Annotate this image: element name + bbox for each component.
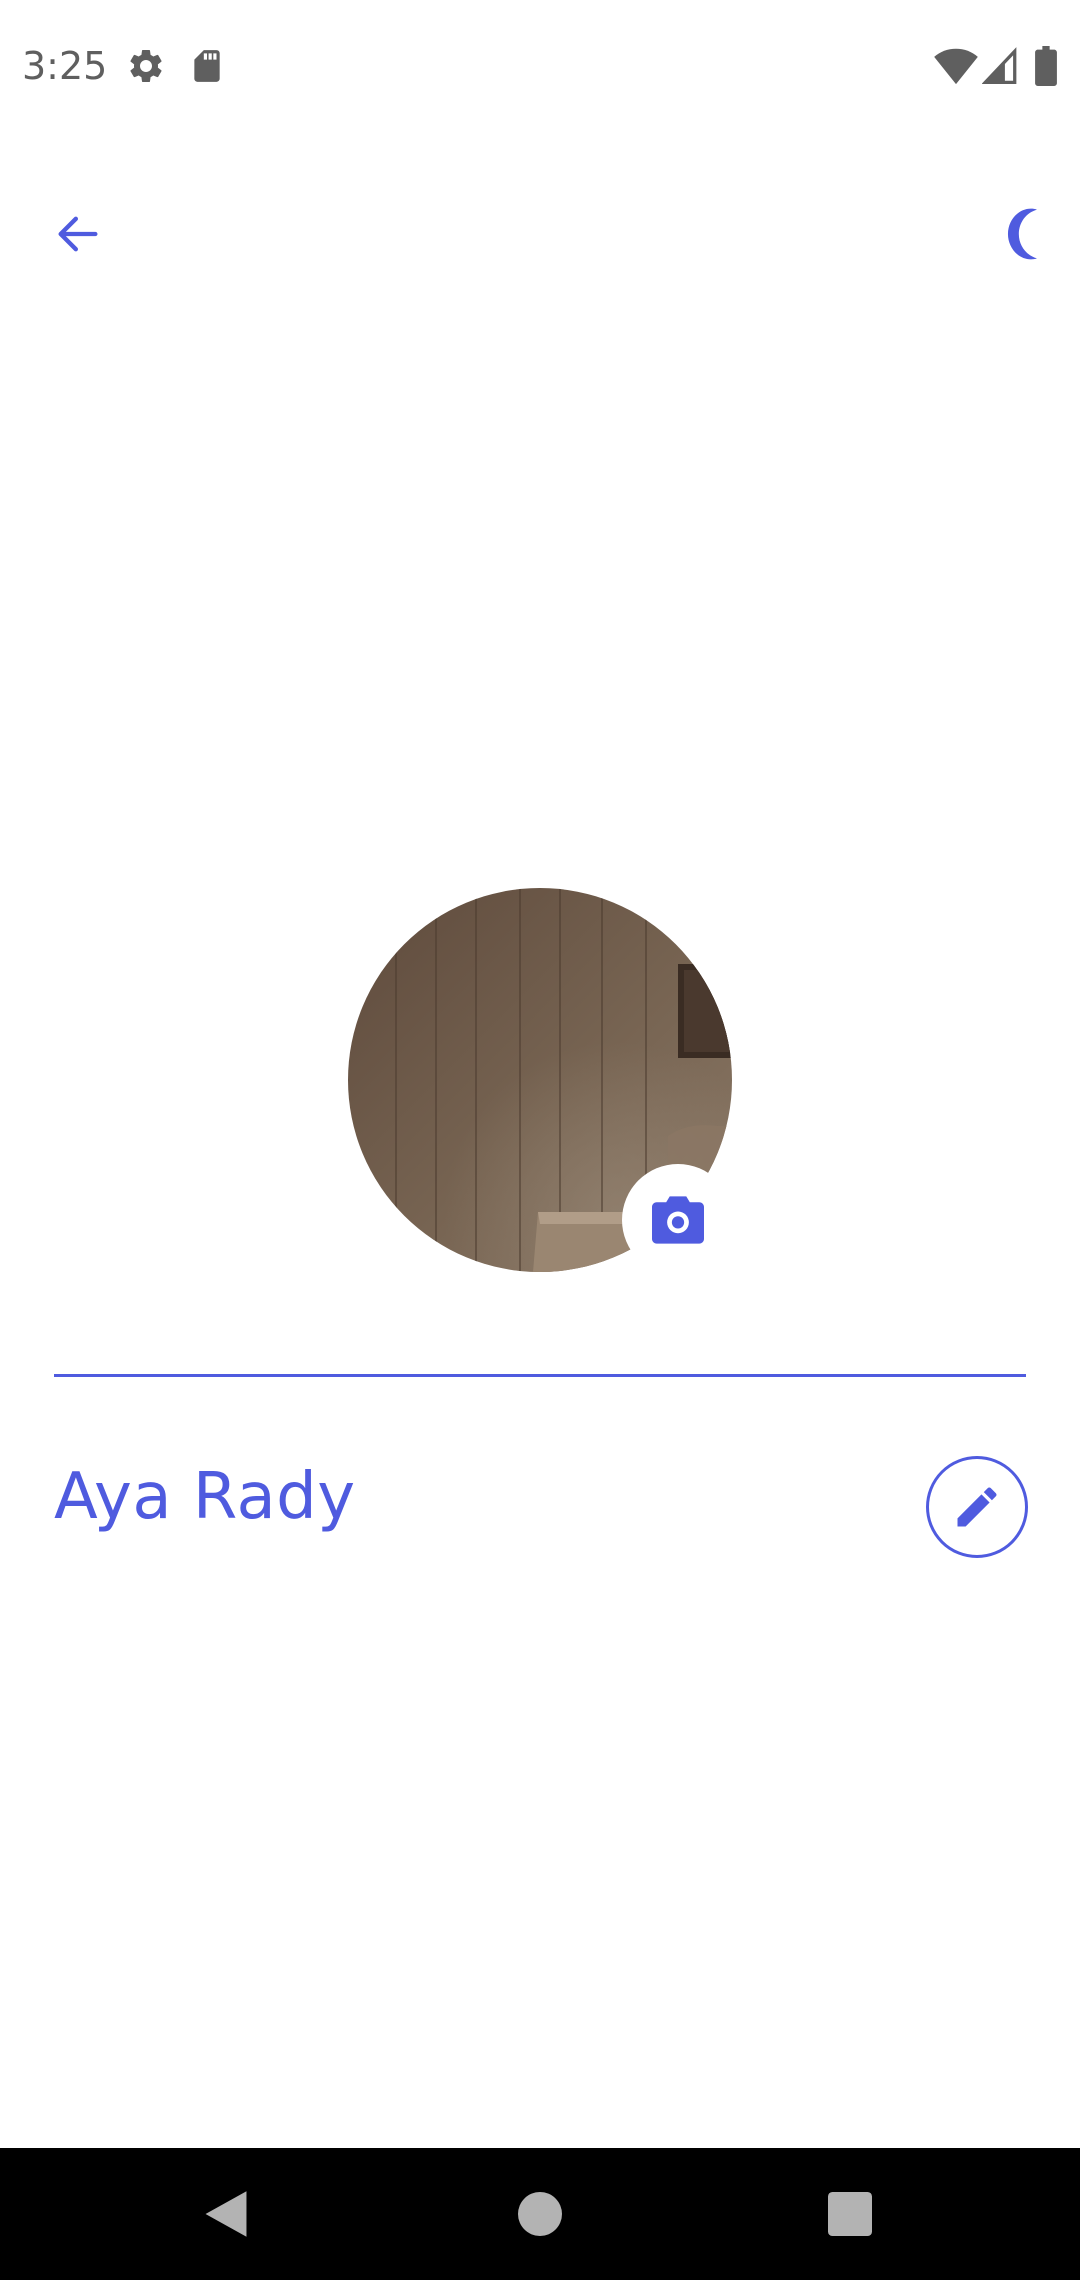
- nav-back-button[interactable]: [188, 2176, 264, 2252]
- change-photo-button[interactable]: [622, 1164, 734, 1276]
- back-button[interactable]: [40, 196, 116, 272]
- edit-name-button[interactable]: [926, 1456, 1028, 1558]
- battery-icon: [1034, 46, 1058, 91]
- nav-back-icon: [205, 2191, 247, 2237]
- pencil-icon: [957, 1487, 997, 1527]
- nav-recents-icon: [828, 2192, 872, 2236]
- nav-home-icon: [518, 2192, 562, 2236]
- arrow-back-icon: [58, 216, 98, 252]
- signal-icon: [981, 46, 1018, 91]
- sd-card-icon: [188, 46, 226, 91]
- wifi-icon: [934, 46, 978, 91]
- camera-icon: [652, 1196, 704, 1244]
- profile-screen: 3:25 Aya Rady: [0, 0, 1080, 2280]
- divider-line: [54, 1374, 1026, 1377]
- status-bar: 3:25: [0, 0, 1080, 134]
- navigation-bar: [0, 2148, 1080, 2280]
- status-time: 3:25: [22, 44, 108, 88]
- dark-mode-toggle[interactable]: [976, 196, 1052, 272]
- moon-icon: [1007, 208, 1037, 260]
- settings-icon: [126, 46, 166, 91]
- nav-recents-button[interactable]: [812, 2176, 888, 2252]
- user-name: Aya Rady: [54, 1460, 356, 1534]
- nav-home-button[interactable]: [502, 2176, 578, 2252]
